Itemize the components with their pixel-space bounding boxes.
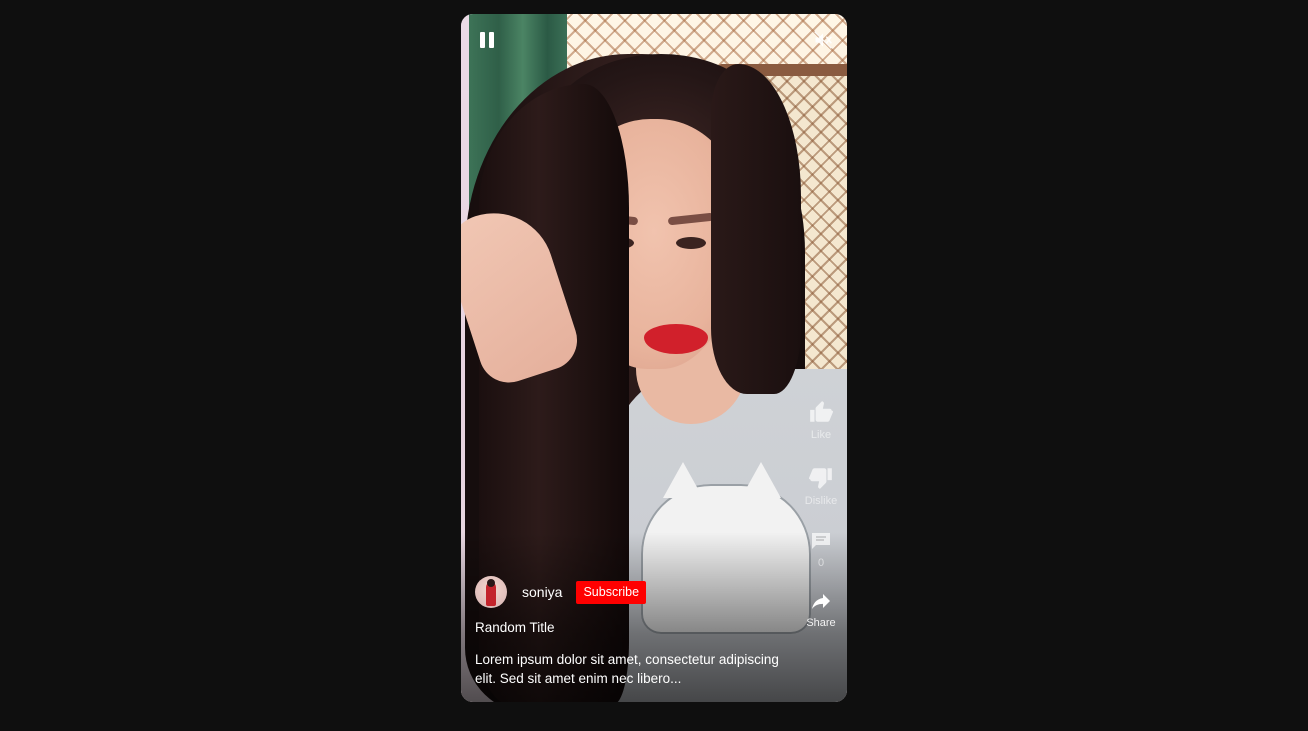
page: Like Dislike 0 Share soniya Subscribe Ra… (0, 0, 1308, 731)
pause-icon (489, 32, 494, 48)
channel-avatar[interactable] (475, 576, 507, 608)
subscribe-button[interactable]: Subscribe (576, 580, 647, 604)
eyebrow (667, 212, 715, 226)
dislike-button[interactable]: Dislike (805, 465, 837, 507)
comment-button[interactable]: 0 (809, 529, 833, 569)
shorts-player[interactable]: Like Dislike 0 Share soniya Subscribe Ra… (461, 14, 847, 702)
share-arrow-icon (811, 594, 830, 609)
pause-button[interactable] (477, 30, 497, 50)
thumbs-down-icon (809, 468, 832, 489)
volume-muted-icon (814, 31, 832, 49)
thumbs-up-icon (810, 401, 833, 422)
cat-ear (741, 462, 781, 498)
video-description[interactable]: Lorem ipsum dolor sit amet, consectetur … (475, 650, 785, 688)
channel-name[interactable]: soniya (522, 584, 562, 600)
action-bar: Like Dislike 0 Share (795, 399, 847, 629)
pause-icon (480, 32, 485, 48)
comment-icon (812, 533, 830, 549)
dislike-label: Dislike (804, 495, 838, 507)
lips (644, 324, 708, 354)
like-label: Like (810, 429, 832, 441)
share-button[interactable]: Share (806, 589, 836, 629)
mute-button[interactable] (813, 30, 833, 50)
like-button[interactable]: Like (808, 399, 834, 441)
cat-ear (663, 462, 703, 498)
channel-info: soniya Subscribe (475, 576, 647, 608)
person-hair-right (711, 64, 801, 394)
video-title: Random Title (475, 620, 555, 635)
comment-count: 0 (817, 557, 825, 569)
eye (676, 237, 706, 249)
avatar-head (487, 579, 495, 587)
share-label: Share (806, 617, 836, 629)
